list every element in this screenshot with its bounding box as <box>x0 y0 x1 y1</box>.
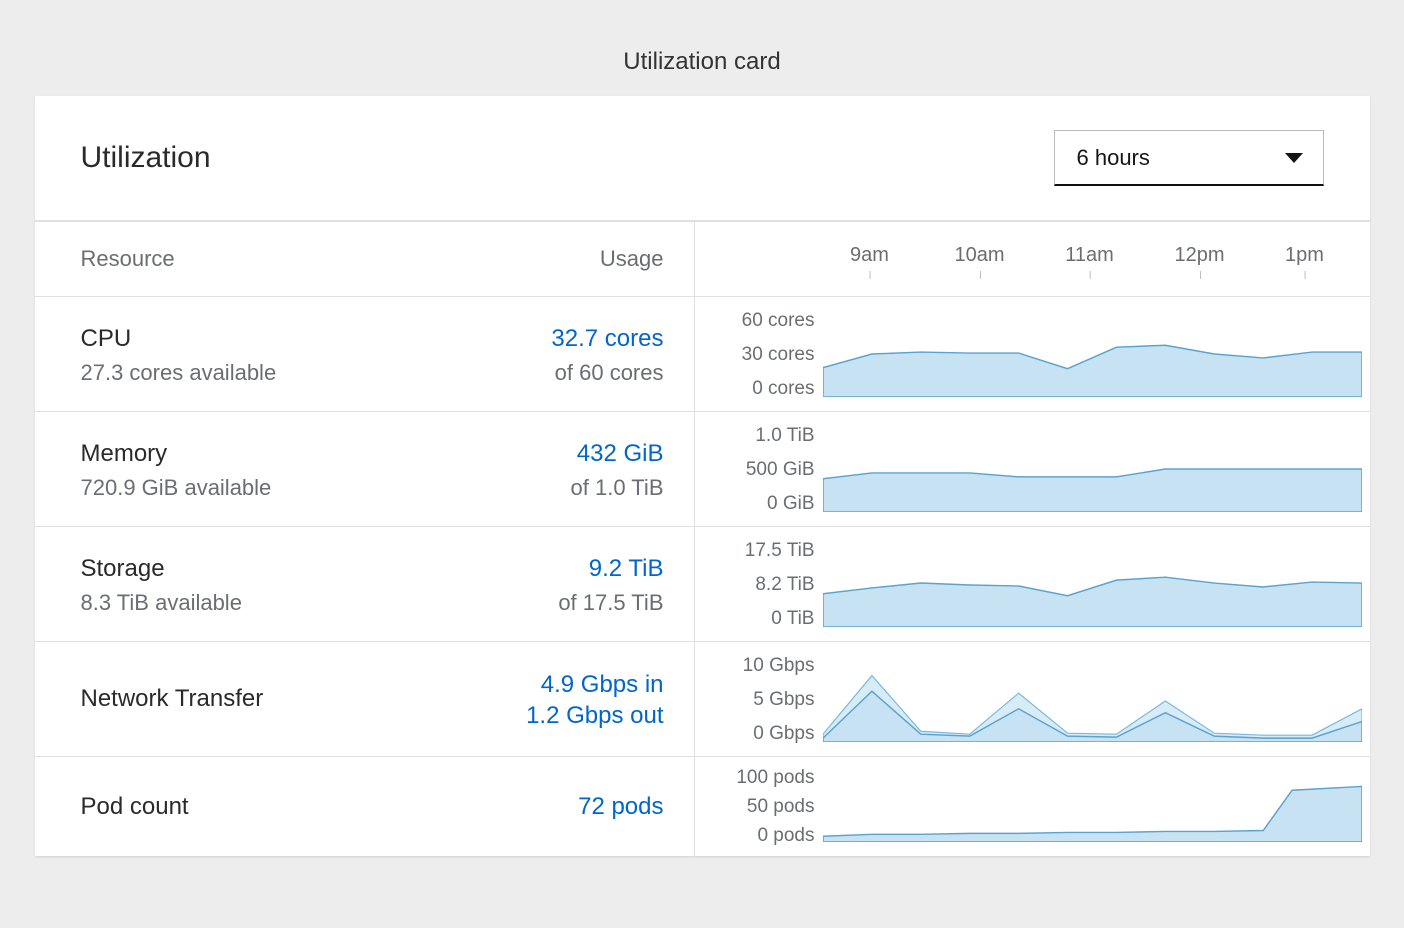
network-in-link[interactable]: 4.9 Gbps in <box>526 669 663 701</box>
chevron-down-icon <box>1285 153 1303 163</box>
pods-label: Pod count <box>81 791 189 823</box>
y-tick: 17.5 TiB <box>745 541 815 560</box>
row-pods: Pod count 72 pods 100 pods 50 pods 0 pod… <box>35 756 1370 856</box>
network-label: Network Transfer <box>81 683 264 715</box>
column-header-row: Resource Usage 9am 10am 11am 12pm 1pm <box>35 221 1370 296</box>
y-tick: 50 pods <box>747 797 815 816</box>
card-header: Utilization 6 hours <box>35 96 1370 221</box>
network-chart: 10 Gbps 5 Gbps 0 Gbps <box>695 642 1370 756</box>
y-tick: 0 pods <box>757 826 814 845</box>
time-range-select[interactable]: 6 hours <box>1054 130 1324 186</box>
storage-chart: 17.5 TiB 8.2 TiB 0 TiB <box>695 527 1370 641</box>
y-tick: 8.2 TiB <box>755 575 814 594</box>
col-usage-header: Usage <box>600 246 664 272</box>
card-title: Utilization <box>81 141 211 175</box>
time-axis: 9am 10am 11am 12pm 1pm <box>695 222 1370 296</box>
y-tick: 60 cores <box>742 311 815 330</box>
network-out-link[interactable]: 1.2 Gbps out <box>526 702 663 730</box>
time-range-value: 6 hours <box>1077 145 1150 171</box>
y-tick: 500 GiB <box>746 460 815 479</box>
y-tick: 0 TiB <box>771 609 814 628</box>
row-network: Network Transfer 4.9 Gbps in 1.2 Gbps ou… <box>35 641 1370 756</box>
y-tick: 10 Gbps <box>743 656 815 675</box>
storage-label: Storage <box>81 553 242 585</box>
y-tick: 5 Gbps <box>753 690 814 709</box>
cpu-usage-link[interactable]: 32.7 cores <box>551 323 663 355</box>
cpu-chart: 60 cores 30 cores 0 cores <box>695 297 1370 411</box>
storage-available: 8.3 TiB available <box>81 590 242 616</box>
y-tick: 1.0 TiB <box>755 426 814 445</box>
memory-label: Memory <box>81 438 272 470</box>
storage-usage-link[interactable]: 9.2 TiB <box>558 553 663 585</box>
storage-usage-total: of 17.5 TiB <box>558 590 663 616</box>
memory-available: 720.9 GiB available <box>81 475 272 501</box>
y-tick: 0 cores <box>752 379 814 398</box>
row-cpu: CPU 27.3 cores available 32.7 cores of 6… <box>35 296 1370 411</box>
row-storage: Storage 8.3 TiB available 9.2 TiB of 17.… <box>35 526 1370 641</box>
cpu-usage-total: of 60 cores <box>551 360 663 386</box>
time-tick: 10am <box>954 244 1004 267</box>
pods-chart: 100 pods 50 pods 0 pods <box>695 757 1370 856</box>
cpu-available: 27.3 cores available <box>81 360 277 386</box>
y-tick: 30 cores <box>742 345 815 364</box>
memory-chart: 1.0 TiB 500 GiB 0 GiB <box>695 412 1370 526</box>
cpu-label: CPU <box>81 323 277 355</box>
memory-usage-link[interactable]: 432 GiB <box>571 438 664 470</box>
row-memory: Memory 720.9 GiB available 432 GiB of 1.… <box>35 411 1370 526</box>
time-tick: 12pm <box>1174 244 1224 267</box>
y-tick: 0 GiB <box>767 494 815 513</box>
y-tick: 0 Gbps <box>753 724 814 743</box>
memory-usage-total: of 1.0 TiB <box>571 475 664 501</box>
y-tick: 100 pods <box>736 768 814 787</box>
time-tick: 1pm <box>1285 244 1324 267</box>
utilization-card: Utilization 6 hours Resource Usage 9am 1… <box>35 96 1370 856</box>
time-tick: 9am <box>850 244 889 267</box>
pods-usage-link[interactable]: 72 pods <box>578 791 663 823</box>
time-tick: 11am <box>1065 244 1114 267</box>
col-resource-header: Resource <box>81 246 175 272</box>
page-title: Utilization card <box>0 0 1404 96</box>
